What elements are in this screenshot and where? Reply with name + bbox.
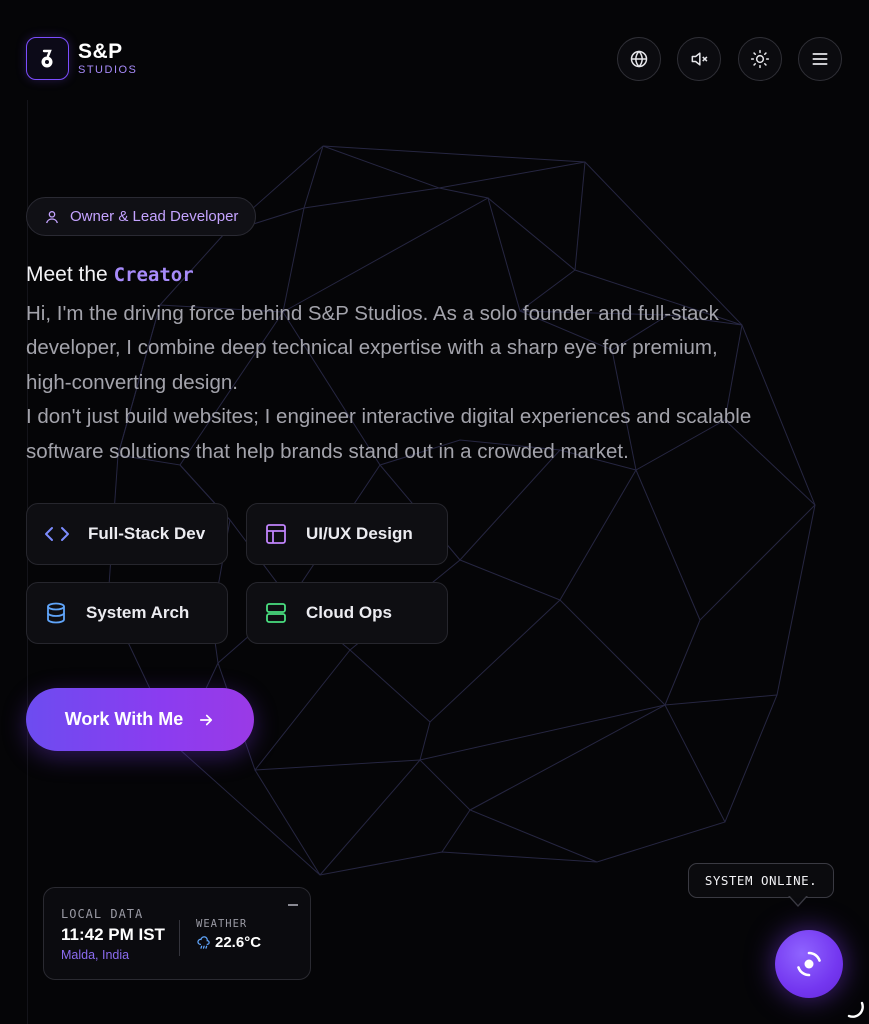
local-location: Malda, India	[61, 948, 130, 962]
local-time: 11:42 PM IST	[61, 925, 165, 944]
loading-spinner-icon	[847, 1001, 864, 1018]
cta-label: Work With Me	[64, 709, 184, 729]
assistant-button[interactable]	[775, 930, 843, 998]
skill-card-system-arch[interactable]: System Arch	[26, 582, 228, 644]
role-badge: Owner & Lead Developer	[26, 197, 257, 236]
globe-icon	[630, 50, 648, 68]
temperature-value: 22.6°C	[215, 934, 262, 951]
work-with-me-button[interactable]: Work With Me	[26, 688, 254, 751]
brand-subtitle: STUDIOS	[78, 64, 138, 76]
heading-accent: Creator	[113, 264, 194, 286]
system-status-text: SYSTEM ONLINE.	[704, 873, 818, 888]
skill-card-full-stack[interactable]: Full-Stack Dev	[26, 503, 228, 565]
sun-icon	[750, 49, 770, 69]
weather-label: WEATHER	[196, 918, 248, 930]
intro-text: Hi, I'm the driving force behind S&P Stu…	[26, 297, 756, 469]
theme-toggle-button[interactable]	[738, 37, 782, 81]
local-data-label: LOCAL DATA	[61, 907, 144, 921]
tooltip-pointer	[788, 895, 808, 907]
system-status-tooltip: SYSTEM ONLINE.	[688, 863, 834, 898]
skill-card-cloud-ops[interactable]: Cloud Ops	[246, 582, 448, 644]
section-heading: Meet the Creator	[26, 263, 194, 287]
code-icon	[45, 527, 69, 541]
server-icon	[266, 603, 286, 623]
mute-icon	[691, 52, 708, 66]
brand-logo[interactable]: S&P STUDIOS	[26, 37, 137, 80]
cloud-rain-icon	[197, 936, 210, 949]
language-button[interactable]	[617, 37, 661, 81]
logo-mark-icon	[26, 37, 69, 80]
user-icon	[46, 210, 58, 223]
skill-label: System Arch	[86, 603, 190, 622]
intro-paragraph-1: Hi, I'm the driving force behind S&P Stu…	[26, 302, 719, 394]
widget-divider	[179, 920, 180, 956]
skill-label: Full-Stack Dev	[88, 524, 206, 543]
layout-icon	[266, 524, 286, 544]
local-data-widget: LOCAL DATA 11:42 PM IST Malda, India WEA…	[43, 887, 311, 980]
orbit-icon	[797, 951, 821, 977]
skill-card-ui-ux[interactable]: UI/UX Design	[246, 503, 448, 565]
menu-icon	[812, 53, 828, 65]
left-guide-line	[27, 100, 28, 1024]
arrow-right-icon	[200, 714, 213, 725]
menu-button[interactable]	[798, 37, 842, 81]
weather-reading: 22.6°C	[196, 934, 261, 951]
skill-label: Cloud Ops	[306, 603, 392, 622]
minimize-widget-button[interactable]	[288, 904, 298, 906]
database-icon	[47, 602, 65, 624]
heading-prefix: Meet the	[26, 263, 114, 286]
role-badge-label: Owner & Lead Developer	[70, 208, 239, 225]
skill-label: UI/UX Design	[306, 524, 413, 543]
intro-paragraph-2: I don't just build websites; I engineer …	[26, 405, 752, 463]
brand-title: S&P	[78, 40, 123, 63]
sound-toggle-button[interactable]	[677, 37, 721, 81]
